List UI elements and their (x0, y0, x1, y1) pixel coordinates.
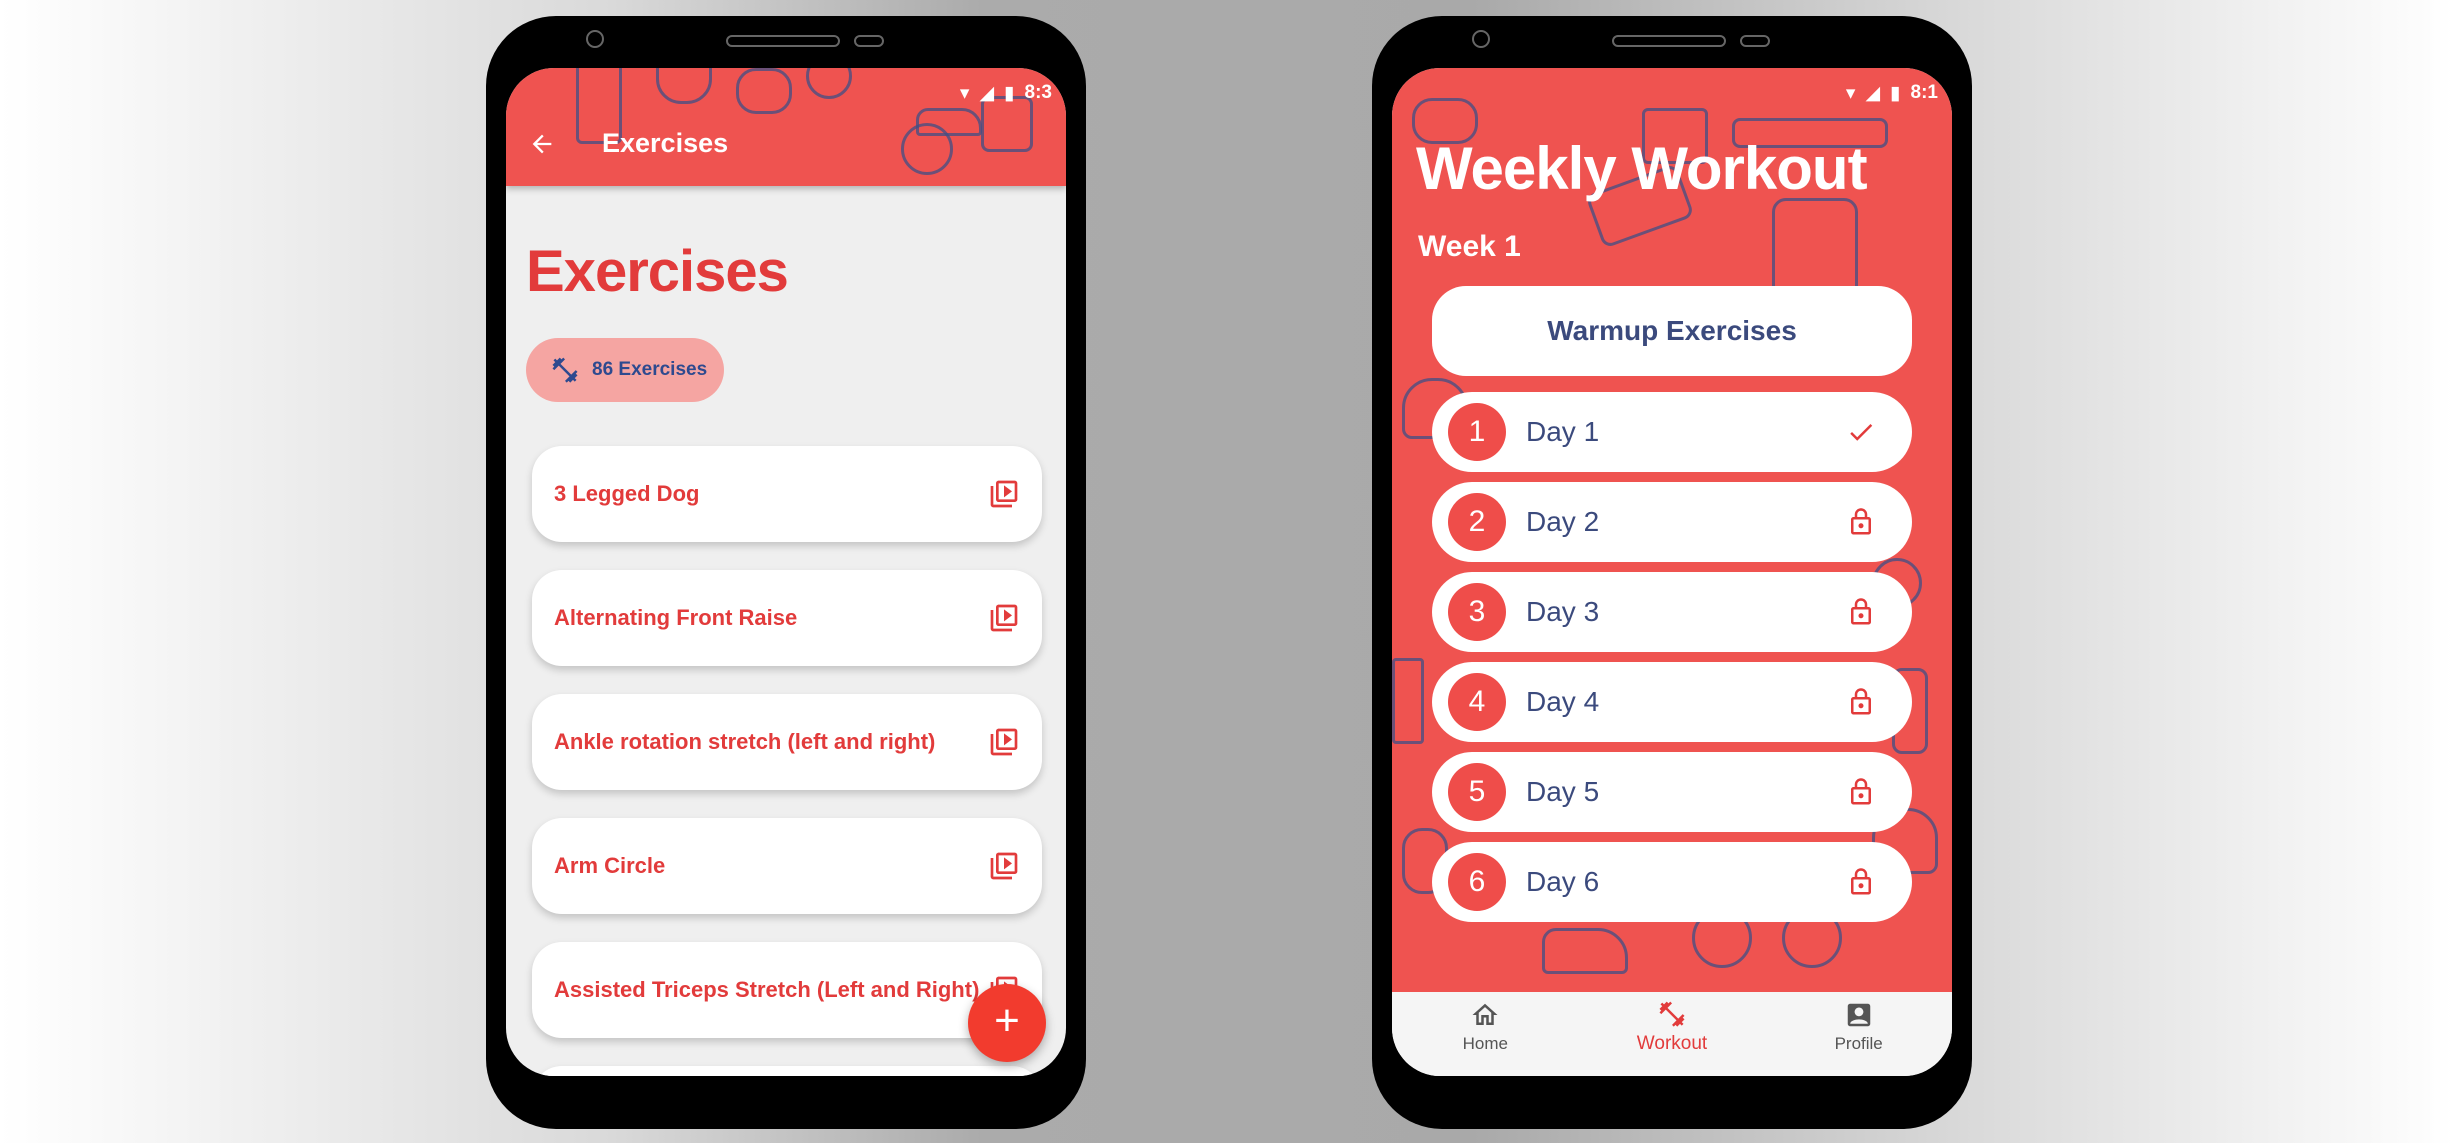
exercise-item[interactable]: Ankle rotation stretch (left and right) (532, 694, 1042, 790)
exercise-label: Alternating Front Raise (554, 605, 798, 630)
day-number-badge: 3 (1448, 583, 1506, 641)
lock-icon (1851, 778, 1871, 805)
decor-stopwatch-icon (901, 123, 953, 175)
signal-icon: ◢ (979, 82, 995, 104)
day-item[interactable]: 3 Day 3 (1432, 572, 1912, 652)
day-number-badge: 2 (1448, 493, 1506, 551)
video-library-icon[interactable] (988, 850, 1020, 882)
status-bar: ▾ ◢ ▮ 8:1 (1846, 80, 1938, 106)
sensor (854, 35, 884, 47)
nav-label: Home (1462, 1034, 1509, 1053)
dumbbell-icon (552, 357, 578, 383)
status-time: 8:3 (1024, 82, 1052, 103)
nav-item-profile[interactable]: Profile (1765, 992, 1952, 1076)
status-bar: ▾ ◢ ▮ 8:3 (960, 80, 1052, 106)
wifi-icon: ▾ (959, 82, 970, 104)
day-label: Day 6 (1526, 866, 1600, 897)
exercise-item[interactable]: Arm Circle (532, 818, 1042, 914)
lock-icon (1851, 508, 1871, 535)
lock-icon (1851, 868, 1871, 895)
day-item[interactable]: 4 Day 4 (1432, 662, 1912, 742)
exercise-count-chip[interactable]: 86 Exercises (526, 338, 724, 402)
status-time: 8:1 (1910, 82, 1938, 103)
battery-icon: ▮ (1004, 82, 1015, 104)
nav-label: Workout (1636, 1033, 1708, 1054)
exercise-list: 3 Legged Dog Alternating Front Raise Ank… (532, 446, 1042, 1076)
exercise-count-label: 86 Exercises (592, 359, 708, 380)
decor-plate-icon (806, 68, 852, 99)
day-item[interactable]: 5 Day 5 (1432, 752, 1912, 832)
day-label: Day 5 (1526, 776, 1600, 807)
day-item[interactable]: 6 Day 6 (1432, 842, 1912, 922)
signal-icon: ◢ (1865, 82, 1881, 104)
video-library-icon[interactable] (988, 726, 1020, 758)
exercise-item[interactable]: 3 Legged Dog (532, 446, 1042, 542)
page-title: Exercises (526, 239, 789, 304)
day-number-badge: 1 (1448, 403, 1506, 461)
video-library-icon[interactable] (988, 478, 1020, 510)
day-label: Day 1 (1526, 416, 1600, 447)
wifi-icon: ▾ (1845, 82, 1856, 104)
exercise-label: Assisted Triceps Stretch (Left and Right… (554, 977, 980, 1002)
nav-item-workout[interactable]: Workout (1579, 992, 1766, 1076)
week-label: Week 1 (1418, 230, 1521, 263)
battery-icon: ▮ (1890, 82, 1901, 104)
app-bar-title: Exercises (602, 128, 729, 158)
day-number-badge: 5 (1448, 763, 1506, 821)
decor-mat-icon (736, 68, 792, 114)
nav-label: Profile (1834, 1034, 1883, 1053)
dumbbell-icon (1659, 1001, 1685, 1027)
phone-frame-weekly-workout: ▾ ◢ ▮ 8:1 Weekly Workout Week 1 Warmup E… (1372, 16, 1972, 1129)
bottom-navigation: Home Workout Profile (1392, 992, 1952, 1076)
checkmark-icon (1850, 424, 1873, 441)
day-number-badge: 4 (1448, 673, 1506, 731)
profile-icon (1847, 1003, 1870, 1027)
front-camera (586, 30, 604, 48)
page-title: Weekly Workout (1416, 135, 1868, 202)
exercise-item-partial[interactable] (532, 1066, 1042, 1076)
decor-cup-icon (1392, 658, 1424, 744)
warmup-exercises-button[interactable]: Warmup Exercises (1432, 286, 1912, 376)
decor-shoe-icon (1542, 928, 1628, 974)
weekly-workout-screen: ▾ ◢ ▮ 8:1 Weekly Workout Week 1 Warmup E… (1392, 68, 1952, 1076)
phone-frame-exercises: ▾ ◢ ▮ 8:3 Exercises Exercises 86 Exercis… (486, 16, 1086, 1129)
exercise-label: Arm Circle (554, 853, 666, 878)
day-list: 1 Day 1 2 Day 2 3 Day 3 4 Day 4 5 Day 5 … (1432, 392, 1912, 932)
exercise-item[interactable]: Assisted Triceps Stretch (Left and Right… (532, 942, 1042, 1038)
nav-item-home[interactable]: Home (1392, 992, 1579, 1076)
exercise-label: 3 Legged Dog (554, 481, 700, 506)
add-exercise-button[interactable]: + (968, 984, 1046, 1062)
video-library-icon[interactable] (988, 602, 1020, 634)
lock-icon (1851, 688, 1871, 715)
day-item[interactable]: 2 Day 2 (1432, 482, 1912, 562)
app-bar: ▾ ◢ ▮ 8:3 Exercises (506, 68, 1066, 186)
sensor (1740, 35, 1770, 47)
earpiece-speaker (726, 35, 840, 47)
front-camera (1472, 30, 1490, 48)
exercise-item[interactable]: Alternating Front Raise (532, 570, 1042, 666)
day-item[interactable]: 1 Day 1 (1432, 392, 1912, 472)
decor-heart-icon (656, 68, 712, 104)
exercise-label: Ankle rotation stretch (left and right) (554, 729, 936, 754)
home-icon (1472, 1003, 1498, 1025)
back-arrow-icon[interactable] (528, 130, 556, 158)
day-label: Day 2 (1526, 506, 1600, 537)
lock-icon (1851, 598, 1871, 625)
day-label: Day 4 (1526, 686, 1600, 717)
exercises-screen: ▾ ◢ ▮ 8:3 Exercises Exercises 86 Exercis… (506, 68, 1066, 1076)
day-label: Day 3 (1526, 596, 1600, 627)
earpiece-speaker (1612, 35, 1726, 47)
day-number-badge: 6 (1448, 853, 1506, 911)
